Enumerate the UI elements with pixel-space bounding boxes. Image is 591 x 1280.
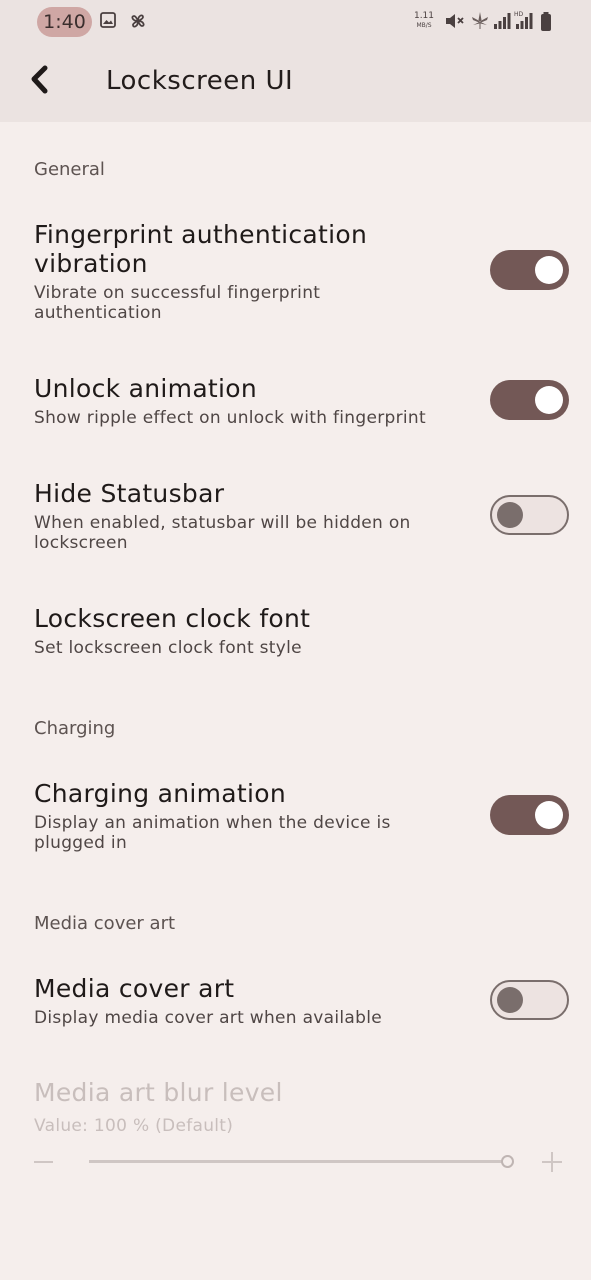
pref-title: Hide Statusbar xyxy=(34,479,225,508)
signal-icon xyxy=(493,12,511,34)
slider-thumb xyxy=(500,1155,514,1168)
pref-title: Media art blur level xyxy=(34,1078,283,1107)
network-speed-value: 1.11 xyxy=(413,11,435,21)
pref-title: Charging animation xyxy=(34,779,287,808)
plus-icon xyxy=(542,1152,562,1172)
toggle-switch-fingerprint-vibration[interactable] xyxy=(490,250,569,290)
blur-level-slider xyxy=(30,1148,570,1176)
gallery-icon xyxy=(100,12,116,32)
pref-title: Unlock animation xyxy=(34,374,258,403)
minus-icon xyxy=(34,1161,53,1163)
pref-summary: Set lockscreen clock font style xyxy=(34,638,302,658)
status-time: 1:40 xyxy=(37,7,92,37)
hd-signal-icon: HD xyxy=(514,10,534,34)
toggle-switch-hide-statusbar[interactable] xyxy=(490,495,569,535)
toggle-switch-media-cover-art[interactable] xyxy=(490,980,569,1020)
status-bar: 1:40 1.11 MB/S HD xyxy=(0,0,591,44)
pref-title: Media cover art xyxy=(34,974,235,1003)
pref-summary: Display an animation when the device is xyxy=(34,813,391,833)
section-header-general: General xyxy=(34,159,105,180)
back-button[interactable] xyxy=(18,60,62,104)
pinwheel-icon xyxy=(127,10,149,36)
chevron-left-icon xyxy=(28,65,52,99)
pref-title: vibration xyxy=(34,249,148,278)
pref-summary: plugged in xyxy=(34,833,128,853)
pref-title: Fingerprint authentication xyxy=(34,220,368,249)
section-header-media-cover-art: Media cover art xyxy=(34,913,176,934)
toggle-switch-unlock-animation[interactable] xyxy=(490,380,569,420)
pref-summary: lockscreen xyxy=(34,533,128,553)
toolbar: Lockscreen UI xyxy=(0,44,591,122)
pref-summary: authentication xyxy=(34,303,162,323)
cannabis-leaf-icon xyxy=(470,11,490,35)
network-speed: 1.11 MB/S xyxy=(411,11,437,31)
pref-summary: Display media cover art when available xyxy=(34,1008,383,1028)
toggle-switch-charging-animation[interactable] xyxy=(490,795,569,835)
pref-summary: When enabled, statusbar will be hidden o… xyxy=(34,513,411,533)
pref-summary: Show ripple effect on unlock with finger… xyxy=(34,408,426,428)
svg-text:HD: HD xyxy=(514,11,524,18)
page-title: Lockscreen UI xyxy=(106,66,294,96)
pref-summary: Vibrate on successful fingerprint xyxy=(34,283,321,303)
slider-track xyxy=(89,1160,507,1163)
pref-summary: Value: 100 % (Default) xyxy=(34,1116,234,1136)
section-header-charging: Charging xyxy=(34,718,116,739)
network-speed-unit: MB/S xyxy=(416,22,432,29)
mute-icon xyxy=(445,12,465,34)
battery-icon xyxy=(540,12,552,36)
pref-title: Lockscreen clock font xyxy=(34,604,311,633)
